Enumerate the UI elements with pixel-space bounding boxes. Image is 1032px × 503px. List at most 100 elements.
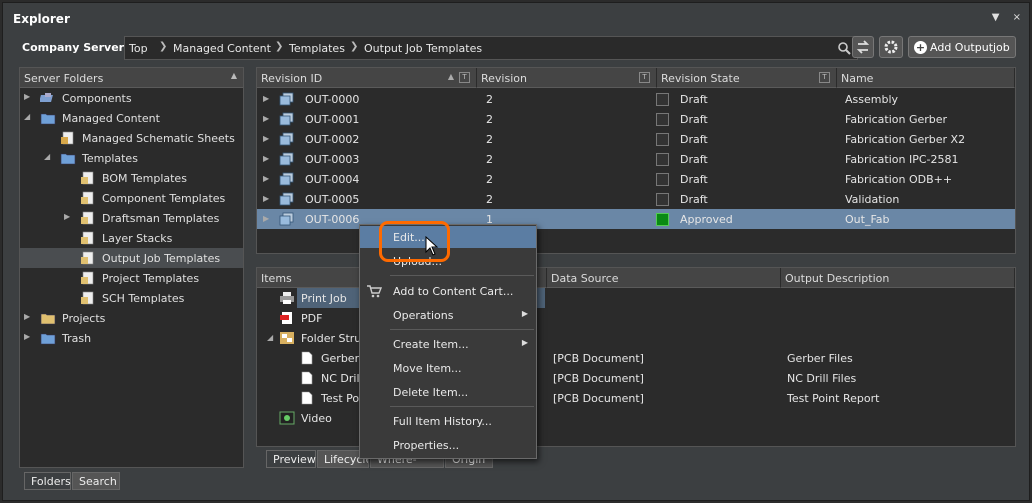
table-row[interactable]: ▶ OUT-0002 2 Draft Fabrication Gerber X2 bbox=[257, 129, 1015, 149]
collapse-icon[interactable]: ▲ bbox=[231, 71, 237, 80]
menu-item-move-item[interactable]: Move Item... bbox=[360, 357, 536, 379]
expand-arrow-icon[interactable]: ▶ bbox=[24, 332, 30, 341]
table-row[interactable]: ▶ OUT-0004 2 Draft Fabrication ODB++ bbox=[257, 169, 1015, 189]
breadcrumb-managed-content[interactable]: Managed Content bbox=[173, 42, 271, 55]
revision-cell: 2 bbox=[486, 133, 493, 146]
server-folders-panel: Server Folders ▲ ▶ Components ◢ Managed Con… bbox=[19, 67, 244, 468]
table-row[interactable]: ▶ OUT-0003 2 Draft Fabrication IPC-2581 bbox=[257, 149, 1015, 169]
menu-item-delete-item[interactable]: Delete Item... bbox=[360, 381, 536, 403]
tree-item[interactable]: ▶ Draftsman Templates bbox=[20, 208, 243, 228]
breadcrumb-output-job-templates[interactable]: Output Job Templates bbox=[364, 42, 482, 55]
column-header-revision-id[interactable]: Revision ID ▲ T bbox=[257, 68, 477, 88]
tree-item[interactable]: SCH Templates bbox=[20, 288, 243, 308]
column-label: Revision bbox=[481, 72, 527, 85]
toolbar: Company Server ▾ Top ❯ Managed Content ❯… bbox=[14, 36, 1018, 60]
expand-arrow-icon[interactable]: ▶ bbox=[263, 174, 269, 183]
tab-preview[interactable]: Preview bbox=[266, 450, 316, 468]
breadcrumb[interactable]: Top ❯ Managed Content ❯ Templates ❯ Outp… bbox=[124, 36, 858, 60]
sch-template-icon bbox=[81, 291, 94, 305]
state-swatch bbox=[656, 133, 669, 146]
data-source-cell: [PCB Document] bbox=[553, 392, 644, 405]
search-icon[interactable] bbox=[837, 41, 851, 55]
menu-item-properties[interactable]: Properties... bbox=[360, 434, 536, 456]
table-row[interactable]: ▶ OUT-0001 2 Draft Fabrication Gerber bbox=[257, 109, 1015, 129]
column-header-revision-state[interactable]: Revision State T bbox=[657, 68, 837, 88]
tree-item-label: Output Job Templates bbox=[102, 252, 221, 265]
column-header-name[interactable]: Name bbox=[837, 68, 1015, 88]
column-header-revision[interactable]: Revision T bbox=[477, 68, 657, 88]
refresh-icon bbox=[856, 40, 870, 54]
tree-item-label: SCH Templates bbox=[102, 292, 185, 305]
expand-arrow-icon[interactable]: ▶ bbox=[263, 154, 269, 163]
chevron-right-icon: ❯ bbox=[159, 41, 168, 52]
tree-item[interactable]: BOM Templates bbox=[20, 168, 243, 188]
tree-item[interactable]: ◢ Managed Content bbox=[20, 108, 243, 128]
revision-cell: 2 bbox=[486, 93, 493, 106]
folder-icon bbox=[40, 113, 56, 125]
revision-id-cell: OUT-0004 bbox=[305, 173, 360, 186]
filter-icon[interactable]: T bbox=[459, 72, 470, 83]
tab-folders[interactable]: Folders bbox=[24, 472, 71, 490]
layer-stack-icon bbox=[81, 231, 94, 245]
expand-arrow-icon[interactable]: ▶ bbox=[24, 92, 30, 101]
folder-icon bbox=[60, 153, 76, 165]
filter-icon[interactable]: T bbox=[819, 72, 830, 83]
chevron-right-icon: ❯ bbox=[275, 41, 284, 52]
tree-item[interactable]: ◢ Templates bbox=[20, 148, 243, 168]
expand-arrow-icon[interactable]: ▶ bbox=[64, 212, 70, 221]
tree-item-label: Project Templates bbox=[102, 272, 200, 285]
pin-dropdown-icon[interactable]: ▼ bbox=[992, 12, 1000, 23]
tree-item-label: BOM Templates bbox=[102, 172, 187, 185]
column-header-data-source[interactable]: Data Source bbox=[547, 268, 781, 288]
column-header-output-description[interactable]: Output Description bbox=[781, 268, 1015, 288]
outjob-revision-icon bbox=[279, 172, 294, 186]
refresh-button[interactable] bbox=[852, 36, 874, 58]
settings-button[interactable] bbox=[879, 36, 903, 58]
tree-item[interactable]: Project Templates bbox=[20, 268, 243, 288]
revision-cell: 2 bbox=[486, 193, 493, 206]
tree-item[interactable]: ▶ Components bbox=[20, 88, 243, 108]
title-buttons: ▼ × bbox=[982, 12, 1021, 23]
expand-arrow-icon[interactable]: ▶ bbox=[263, 94, 269, 103]
expand-arrow-icon[interactable]: ▶ bbox=[263, 114, 269, 123]
column-label: Revision ID bbox=[261, 72, 323, 85]
menu-item-full-item-history[interactable]: Full Item History... bbox=[360, 410, 536, 432]
tree-item[interactable]: Component Templates bbox=[20, 188, 243, 208]
table-row[interactable]: ▶ OUT-0005 2 Draft Validation bbox=[257, 189, 1015, 209]
folder-structure-icon bbox=[280, 332, 294, 344]
tree-item[interactable]: ▶ Projects bbox=[20, 308, 243, 328]
expand-arrow-icon[interactable]: ▶ bbox=[263, 214, 269, 223]
printer-icon bbox=[280, 292, 294, 304]
tab-search[interactable]: Search bbox=[72, 472, 120, 490]
state-swatch bbox=[656, 113, 669, 126]
sort-asc-icon[interactable]: ▲ bbox=[448, 72, 454, 81]
panel-title: Server Folders bbox=[24, 72, 104, 85]
breadcrumb-templates[interactable]: Templates bbox=[289, 42, 345, 55]
state-swatch bbox=[656, 213, 669, 226]
tree-item[interactable]: Layer Stacks bbox=[20, 228, 243, 248]
name-cell: Assembly bbox=[845, 93, 899, 106]
menu-item-add-to-content-cart[interactable]: Add to Content Cart... bbox=[360, 280, 536, 302]
table-row[interactable]: ▶ OUT-0000 2 Draft Assembly bbox=[257, 89, 1015, 109]
server-selector[interactable]: Company Server ▾ bbox=[22, 41, 133, 54]
expand-arrow-icon[interactable]: ▶ bbox=[263, 194, 269, 203]
collapse-arrow-icon[interactable]: ◢ bbox=[44, 152, 50, 161]
expand-arrow-icon[interactable]: ▶ bbox=[24, 312, 30, 321]
collapse-arrow-icon[interactable]: ◢ bbox=[24, 112, 30, 121]
close-icon[interactable]: × bbox=[1013, 12, 1021, 23]
collapse-arrow-icon[interactable]: ◢ bbox=[267, 333, 273, 342]
tree-item[interactable]: ▶ Trash bbox=[20, 328, 243, 348]
breadcrumb-top[interactable]: Top bbox=[129, 42, 148, 55]
menu-item-create-item[interactable]: Create Item... ▶ bbox=[360, 333, 536, 355]
add-outputjob-label: Add Outputjob bbox=[930, 41, 1010, 54]
menu-item-operations[interactable]: Operations ▶ bbox=[360, 304, 536, 326]
add-outputjob-button[interactable]: + Add Outputjob bbox=[908, 36, 1016, 58]
name-cell: Fabrication ODB++ bbox=[845, 173, 953, 186]
tree-item[interactable]: Managed Schematic Sheets bbox=[20, 128, 243, 148]
tree-item-label: Managed Content bbox=[62, 112, 160, 125]
item-label: Folder Stru bbox=[301, 332, 362, 345]
expand-arrow-icon[interactable]: ▶ bbox=[263, 134, 269, 143]
window-title: Explorer bbox=[13, 12, 70, 26]
tree-item[interactable]: Output Job Templates bbox=[20, 248, 243, 268]
filter-icon[interactable]: T bbox=[639, 72, 650, 83]
